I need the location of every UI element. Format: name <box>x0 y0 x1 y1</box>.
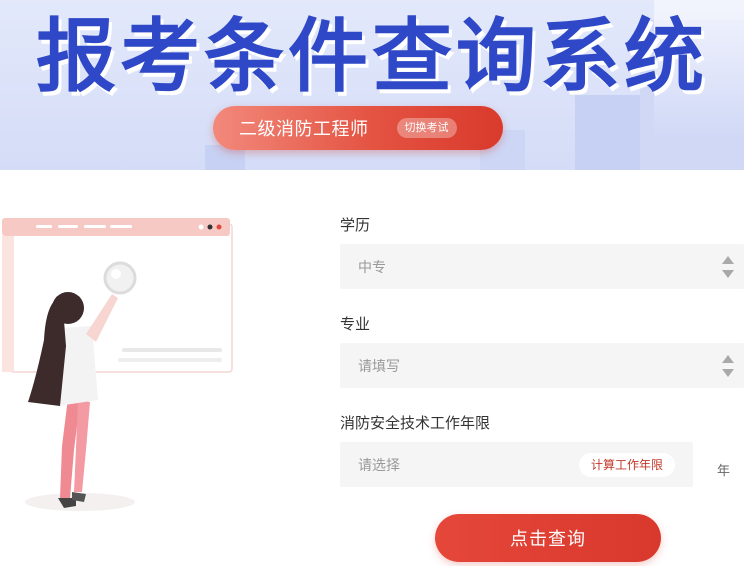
illustration-woman-at-screen <box>0 210 250 520</box>
titlebar-line <box>84 225 106 228</box>
window-dot <box>207 224 213 230</box>
major-select[interactable]: 请填写 <box>340 343 744 388</box>
page-title: 报考条件查询系统 <box>36 10 708 103</box>
select-arrows-icon <box>722 256 734 278</box>
major-label: 专业 <box>340 315 371 333</box>
work-years-placeholder: 请选择 <box>358 457 400 474</box>
magnifier-icon <box>103 261 137 295</box>
window-dot <box>216 224 222 230</box>
browser-sidebar <box>2 236 14 372</box>
calc-work-years-button[interactable]: 计算工作年限 <box>578 453 675 477</box>
illustration-svg <box>2 218 233 511</box>
magnifier-shine <box>111 269 121 279</box>
content-line <box>118 358 222 362</box>
education-value: 中专 <box>358 259 386 276</box>
education-label: 学历 <box>340 216 371 234</box>
header-banner: 报考条件查询系统 二级消防工程师 切换考试 <box>0 0 744 170</box>
select-arrows-icon <box>722 355 734 377</box>
work-years-input[interactable]: 请选择 计算工作年限 <box>340 442 693 487</box>
query-submit-button[interactable]: 点击查询 <box>435 514 661 562</box>
current-exam-name: 二级消防工程师 <box>239 119 369 140</box>
titlebar-line <box>58 225 78 228</box>
current-exam-pill: 二级消防工程师 切换考试 <box>213 106 503 150</box>
titlebar-line <box>110 225 132 228</box>
switch-exam-button[interactable]: 切换考试 <box>396 118 457 138</box>
work-years-label: 消防安全技术工作年限 <box>340 414 491 432</box>
head-shape <box>52 292 84 324</box>
titlebar-line <box>36 225 52 228</box>
major-placeholder: 请填写 <box>358 358 400 375</box>
content-line <box>122 348 222 352</box>
education-select[interactable]: 中专 <box>340 244 744 289</box>
years-unit: 年 <box>717 464 731 479</box>
window-dot <box>198 224 204 230</box>
